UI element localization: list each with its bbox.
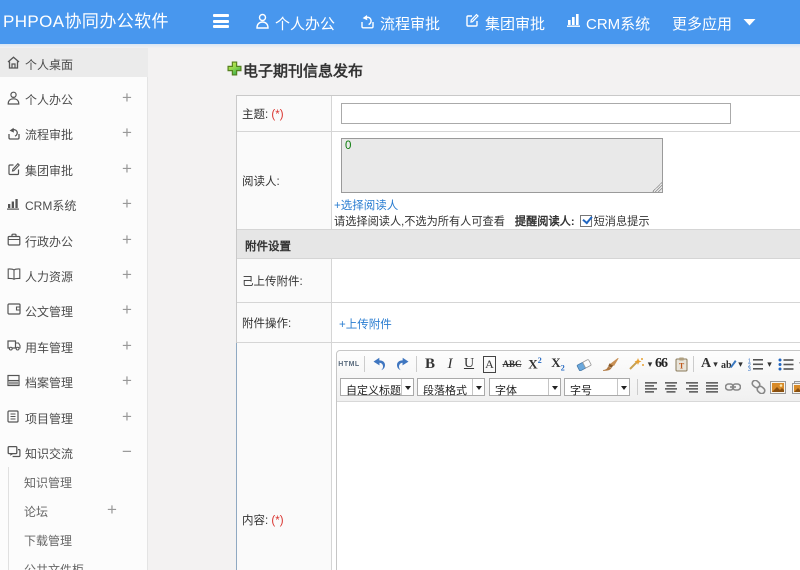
svg-text:ab: ab — [721, 360, 732, 371]
svg-text:T: T — [678, 361, 684, 370]
svg-text:3: 3 — [748, 367, 751, 371]
